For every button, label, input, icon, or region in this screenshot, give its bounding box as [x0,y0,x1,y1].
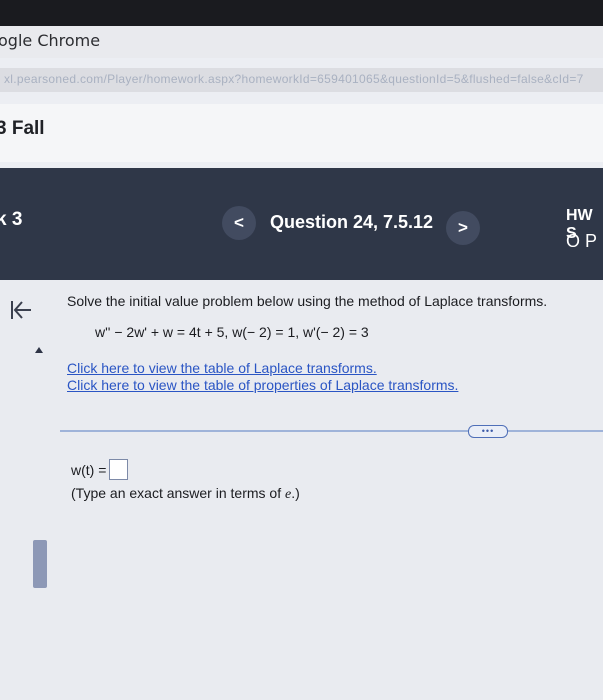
triangle-up-icon[interactable] [35,347,43,353]
laplace-table-link[interactable]: Click here to view the table of Laplace … [67,360,377,376]
homework-score-value: O P [566,231,598,251]
answer-input[interactable] [109,459,129,480]
chevron-left-icon: < [234,213,244,232]
chevron-right-icon: > [458,218,468,237]
hint-suffix: .) [291,485,300,501]
answer-hint: (Type an exact answer in terms of e.) [71,485,300,503]
course-header [0,104,603,162]
assignment-name: k 3 [0,209,23,230]
app-name: ogle Chrome [0,31,101,50]
os-top-bar [0,0,603,26]
side-panel-handle[interactable] [33,540,47,588]
question-prompt: Solve the initial value problem below us… [67,293,548,309]
divider [60,430,603,432]
ellipsis-icon: ••• [481,426,495,436]
answer-label: w(t) = [71,461,107,478]
more-options-button[interactable]: ••• [468,425,508,438]
course-name: 3 Fall [0,118,45,139]
next-question-button[interactable]: > [446,211,480,245]
answer-row: w(t) = [71,459,129,480]
differential-equation: w'' − 2w' + w = 4t + 5, w(− 2) = 1, w'(−… [95,324,369,340]
collapse-left-icon[interactable] [6,296,34,324]
previous-question-button[interactable]: < [222,206,256,240]
hint-prefix: (Type an exact answer in terms of [71,485,285,501]
question-title: Question 24, 7.5.12 [270,212,434,232]
url-text[interactable]: xl.pearsoned.com/Player/homework.aspx?ho… [4,72,584,86]
laplace-properties-link[interactable]: Click here to view the table of properti… [67,377,458,393]
